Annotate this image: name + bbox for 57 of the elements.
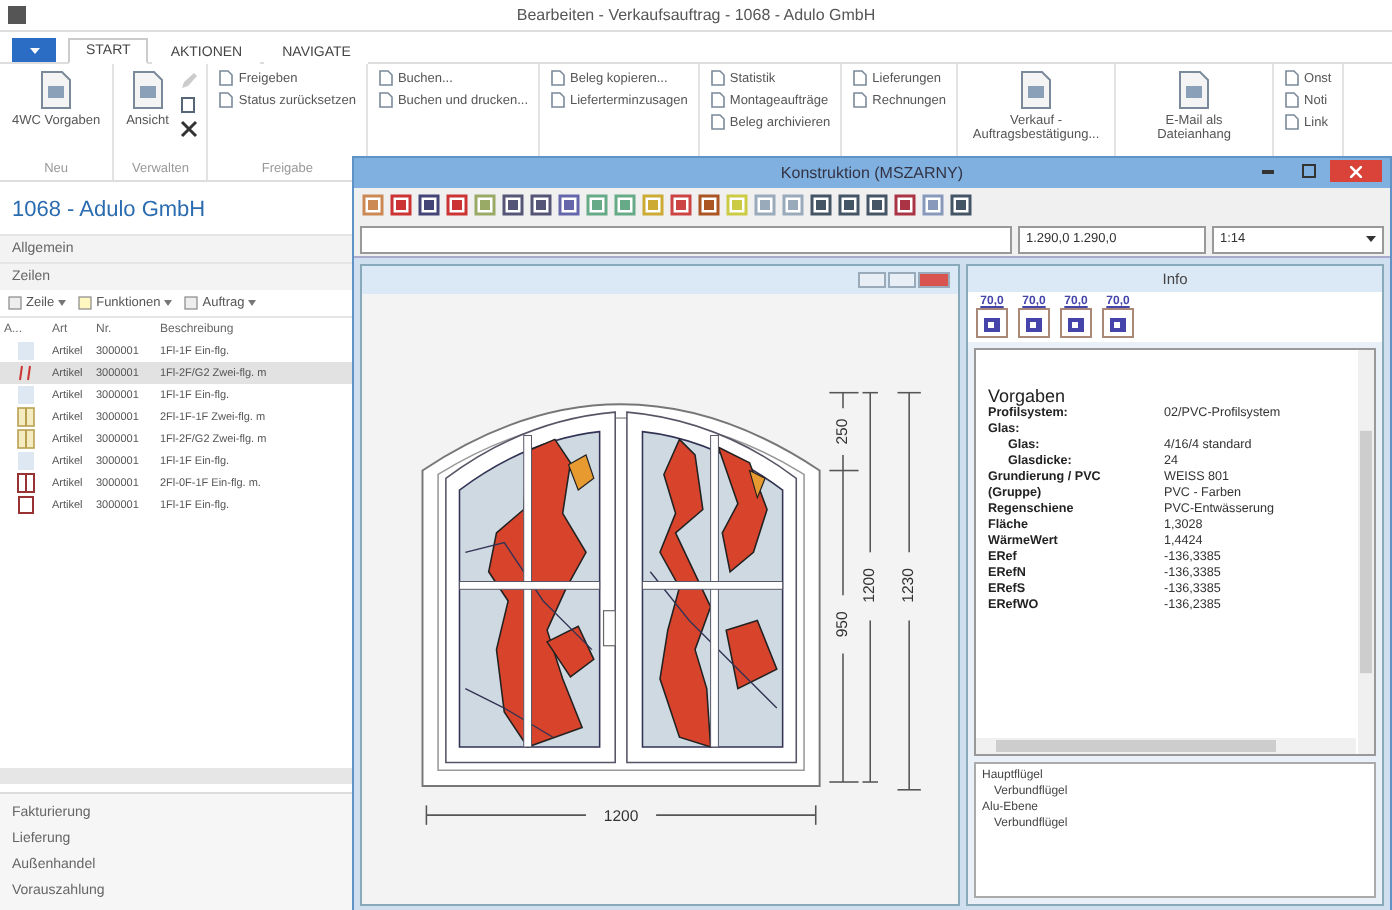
dimension-label: 1230 <box>899 567 918 602</box>
window-type-icon <box>16 472 36 494</box>
toolbar-tool-icon[interactable] <box>390 194 412 216</box>
window-type-icon <box>16 340 36 362</box>
window-type-icon <box>16 450 36 472</box>
copy-icon[interactable] <box>180 96 199 114</box>
toolbar-item-icon <box>8 296 22 310</box>
toolbar-tool-icon[interactable] <box>950 194 972 216</box>
caret-icon <box>29 47 39 53</box>
toolbar-tool-icon[interactable] <box>894 194 916 216</box>
toolbar-tool-icon[interactable] <box>838 194 860 216</box>
profile-thumbnail-icon[interactable] <box>1018 308 1050 338</box>
file-menu-button[interactable] <box>12 38 56 62</box>
caret-icon <box>248 300 257 306</box>
dimension-label: 250 <box>833 417 852 444</box>
toolbar-tool-icon[interactable] <box>446 194 468 216</box>
toolbar-item-icon <box>184 296 199 310</box>
window-type-icon <box>16 494 36 516</box>
document-title: 1068 - Adulo GmbH <box>10 196 208 226</box>
document-icon <box>129 70 166 110</box>
toolbar-tool-icon[interactable] <box>418 194 440 216</box>
toolbar-item-icon <box>78 296 93 310</box>
delete-icon[interactable] <box>180 120 199 138</box>
horizontal-scrollbar[interactable] <box>976 738 1356 754</box>
profile-thumbnail-icon[interactable] <box>1060 308 1092 338</box>
close-button[interactable] <box>1330 160 1382 182</box>
dimension-label: 1200 <box>860 567 879 602</box>
maximize-icon <box>1301 164 1315 178</box>
window-type-icon <box>16 406 36 428</box>
window-type-icon <box>16 384 36 406</box>
app-icon <box>8 6 26 24</box>
toolbar-tool-icon[interactable] <box>866 194 888 216</box>
toolbar-tool-icon[interactable] <box>670 194 692 216</box>
document-icon <box>1018 70 1055 110</box>
toolbar-tool-icon[interactable] <box>698 194 720 216</box>
dimension-label: 1200 <box>603 806 639 825</box>
toolbar-tool-icon[interactable] <box>558 194 580 216</box>
dimension-label: 950 <box>833 610 852 637</box>
caret-icon <box>1366 236 1376 242</box>
vertical-scrollbar[interactable] <box>1358 350 1374 754</box>
document-icon <box>1176 70 1213 110</box>
profile-thumbnail-icon[interactable] <box>976 308 1008 338</box>
toolbar-tool-icon[interactable] <box>530 194 552 216</box>
profile-thumbnail-icon[interactable] <box>1102 308 1134 338</box>
toolbar-tool-icon[interactable] <box>502 194 524 216</box>
properties-heading: Vorgaben <box>988 386 1068 406</box>
window-type-icon <box>16 362 36 384</box>
caret-icon <box>58 300 67 306</box>
minimize-icon <box>1262 169 1274 173</box>
document-icon <box>38 70 75 110</box>
window-title: Konstruktion (MSZARNY) <box>780 164 964 182</box>
caret-icon <box>164 300 173 306</box>
toolbar-tool-icon[interactable] <box>810 194 832 216</box>
input-field[interactable] <box>360 225 1012 253</box>
window-title: Bearbeiten - Verkaufsauftrag - 1068 - Adulo GmbH <box>516 6 876 24</box>
window-type-icon <box>16 428 36 450</box>
close-icon <box>1350 165 1362 177</box>
